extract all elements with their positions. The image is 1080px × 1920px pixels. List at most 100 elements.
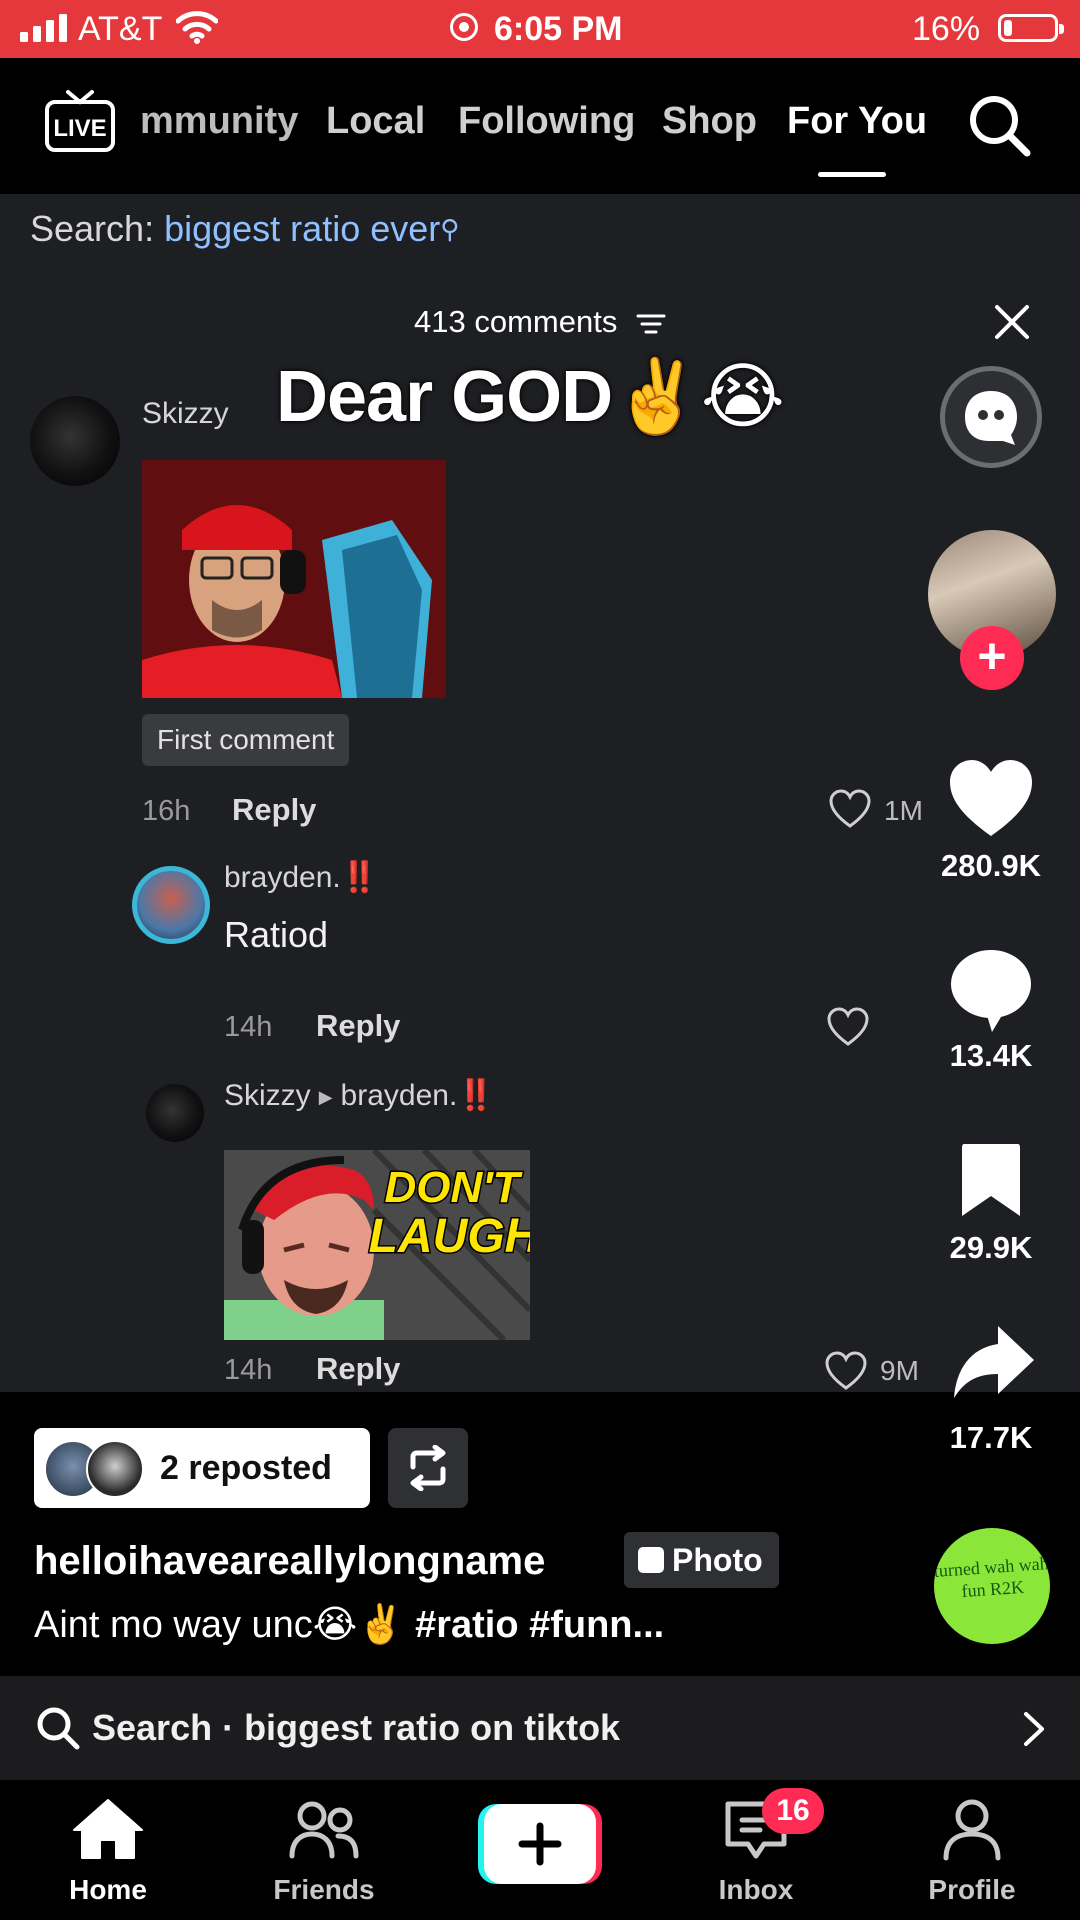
comment-username-text: brayden.: [224, 861, 341, 894]
status-bar: AT&T 6:05 PM 16%: [0, 0, 1080, 58]
inbox-badge: 16: [762, 1788, 824, 1834]
comment-image-photo: DON'T LAUGH: [224, 1150, 530, 1340]
overlay-caption: Dear GOD✌️😭: [276, 357, 785, 437]
tab-community[interactable]: mmunity: [140, 98, 298, 144]
reposted-label: 2 reposted: [160, 1449, 332, 1487]
tab-profile[interactable]: Profile: [864, 1780, 1080, 1920]
search-prefix-label: Search:: [30, 208, 155, 249]
music-disc[interactable]: turned wah wah fun R2K: [934, 1528, 1050, 1644]
follow-plus-button[interactable]: +: [960, 626, 1024, 690]
tab-profile-label: Profile: [928, 1874, 1016, 1905]
comment-username[interactable]: Skizzy: [142, 394, 229, 434]
related-search-text: Search · biggest ratio on tiktok: [92, 1707, 621, 1748]
comments-header: 413 comments: [0, 302, 1080, 342]
avatar[interactable]: [132, 866, 210, 944]
search-query-link[interactable]: biggest ratio ever: [164, 208, 440, 249]
comment-bubble-icon[interactable]: [946, 946, 1036, 1036]
comment-image-photo: [142, 460, 446, 698]
reply-to-username[interactable]: brayden.: [341, 1079, 458, 1112]
ai-assistant-button[interactable]: [940, 366, 1042, 468]
reposted-chip[interactable]: 2 reposted: [34, 1428, 370, 1508]
comment-count: 13.4K: [949, 1038, 1033, 1073]
heart-outline-icon[interactable]: [826, 1006, 870, 1048]
like-count: 280.9K: [941, 848, 1041, 883]
avatar[interactable]: [30, 396, 120, 486]
music-disc-text: turned wah wah fun R2K: [934, 1553, 1050, 1602]
avatar[interactable]: [146, 1084, 204, 1142]
tab-inbox[interactable]: Inbox: [648, 1780, 864, 1920]
battery-percent: 16%: [912, 10, 981, 48]
signal-icon: [20, 14, 67, 42]
plus-icon: [478, 1804, 602, 1884]
chat-bot-icon: [965, 391, 1017, 445]
comment-username[interactable]: brayden.‼️: [224, 858, 378, 898]
carrier-label: AT&T: [78, 10, 163, 48]
repost-icon: [410, 1445, 446, 1491]
tab-home[interactable]: Home: [0, 1780, 216, 1920]
top-nav: LIVE mmunity Local Following Shop For Yo…: [0, 58, 1080, 194]
comment-username-text: Skizzy: [224, 1079, 311, 1112]
comment-like-count: 9M: [880, 1355, 919, 1386]
comments-count: 413 comments: [414, 304, 618, 339]
tab-for-you[interactable]: For You: [787, 98, 927, 144]
comment-image[interactable]: DON'T LAUGH: [224, 1150, 530, 1340]
create-button[interactable]: [478, 1804, 602, 1884]
author-name[interactable]: helloihaveareallylongname: [34, 1536, 545, 1586]
heart-outline-icon[interactable]: [824, 1350, 868, 1392]
comment-time: 14h: [224, 1354, 273, 1386]
tab-shop[interactable]: Shop: [662, 98, 757, 144]
share-arrow-icon[interactable]: [952, 1322, 1036, 1402]
home-icon: [73, 1799, 143, 1859]
search-icon: [37, 1707, 80, 1750]
image-text-line-2: LAUGH: [369, 1210, 530, 1263]
first-comment-tag: First comment: [142, 714, 350, 766]
chevron-right-icon: [1024, 1712, 1044, 1746]
profile-icon: [943, 1799, 1001, 1861]
heart-outline-icon[interactable]: [828, 788, 872, 830]
related-search-bar[interactable]: Search · biggest ratio on tiktok: [0, 1676, 1080, 1780]
close-icon[interactable]: [994, 304, 1030, 340]
tab-inbox-label: Inbox: [718, 1874, 794, 1905]
reply-arrow-icon: ▶: [318, 1087, 333, 1108]
battery-icon: [998, 14, 1064, 42]
comment-image[interactable]: [142, 460, 446, 698]
bookmark-icon[interactable]: [958, 1140, 1024, 1220]
wifi-icon: [176, 11, 218, 44]
avatar: [86, 1440, 144, 1498]
reply-button[interactable]: Reply: [316, 1349, 400, 1389]
tab-following[interactable]: Following: [458, 98, 635, 144]
photo-icon: [638, 1546, 664, 1573]
sort-icon[interactable]: [636, 313, 666, 335]
caption-text: Aint mo way unc😭✌️: [34, 1604, 405, 1646]
tab-friends-label: Friends: [273, 1874, 375, 1905]
tab-home-label: Home: [69, 1874, 147, 1905]
reply-button[interactable]: Reply: [232, 790, 316, 830]
repost-button[interactable]: [388, 1428, 468, 1508]
photo-badge-label: Photo: [672, 1542, 763, 1578]
live-tv-icon[interactable]: LIVE: [44, 88, 116, 154]
photo-badge: Photo: [624, 1532, 779, 1588]
comment-username[interactable]: Skizzy ▶ brayden.‼️: [224, 1076, 495, 1117]
post-caption[interactable]: Aint mo way unc😭✌️ #ratio #funn...: [34, 1600, 664, 1650]
double-exclamation-emoji: ‼️: [340, 861, 378, 894]
mini-search-icon: ⚲: [440, 214, 460, 244]
bottom-tab-bar: Home Friends Inbox 16 Profile: [0, 1780, 1080, 1920]
double-exclamation-emoji: ‼️: [457, 1079, 494, 1112]
reply-button[interactable]: Reply: [316, 1006, 400, 1046]
status-time: 6:05 PM: [494, 10, 623, 48]
svg-text:LIVE: LIVE: [53, 115, 106, 142]
active-tab-indicator: [818, 172, 886, 177]
search-icon[interactable]: [966, 92, 1032, 158]
share-count: 17.7K: [949, 1420, 1033, 1455]
comment-text: Ratiod: [224, 914, 329, 955]
heart-icon[interactable]: [946, 756, 1036, 840]
comment-time: 14h: [224, 1011, 273, 1043]
image-text-line-1: DON'T: [384, 1163, 522, 1212]
tab-friends[interactable]: Friends: [216, 1780, 432, 1920]
search-suggestion[interactable]: Search: biggest ratio ever⚲: [30, 204, 459, 254]
caption-hashtags[interactable]: #ratio #funn...: [415, 1604, 664, 1646]
friends-icon: [289, 1801, 359, 1859]
comment-time: 16h: [142, 795, 191, 827]
comment-like-count: 1M: [884, 795, 923, 826]
tab-local[interactable]: Local: [326, 98, 425, 144]
